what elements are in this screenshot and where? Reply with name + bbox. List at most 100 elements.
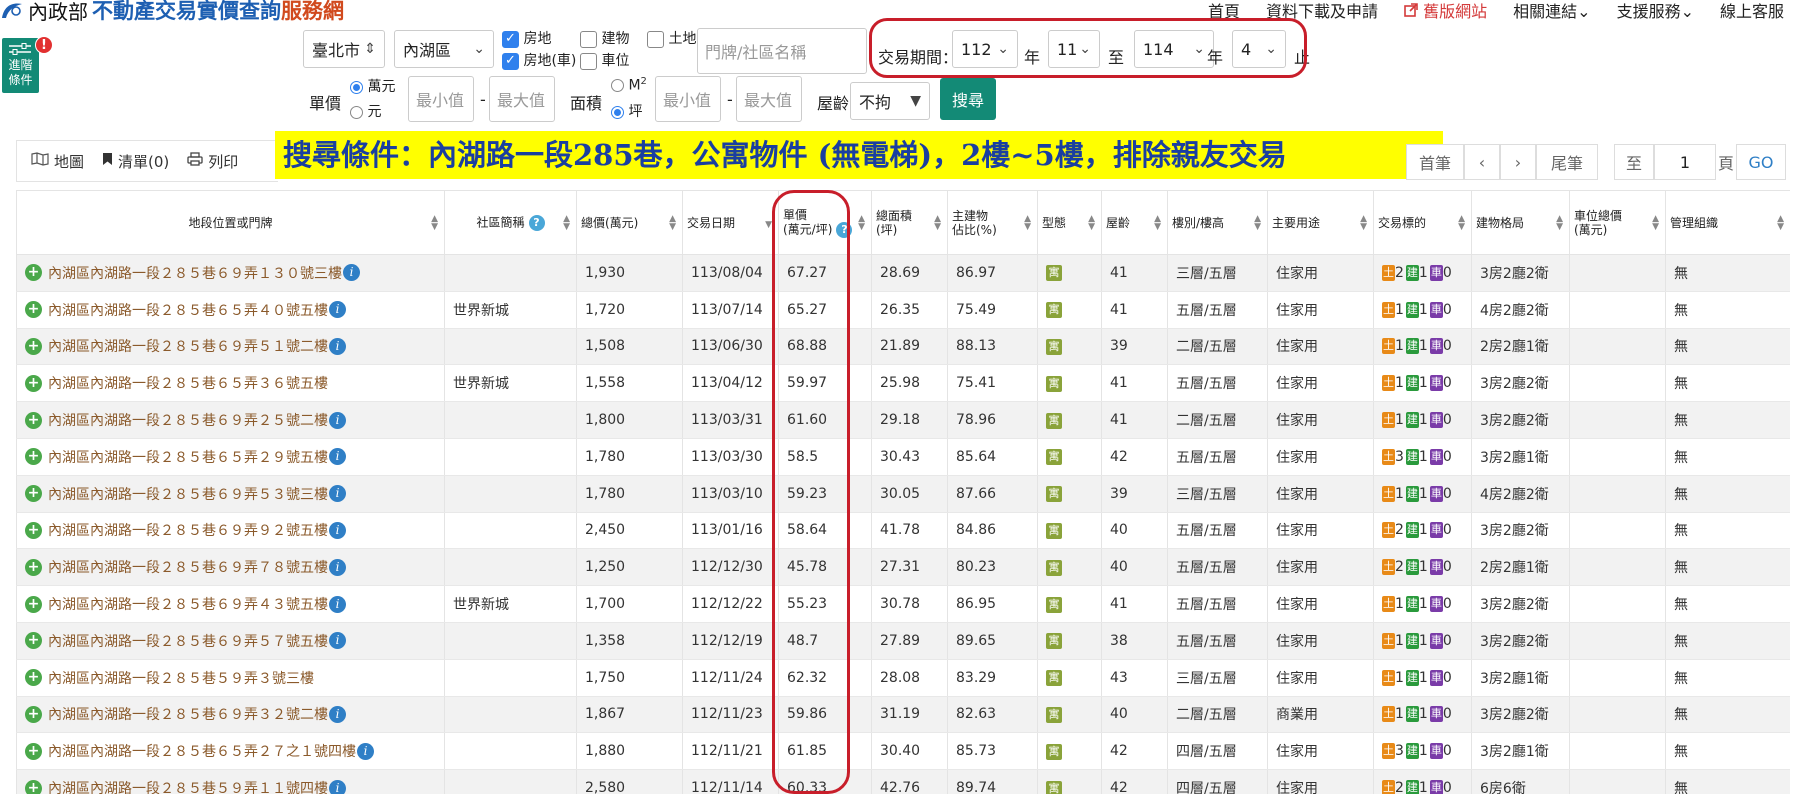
table-row[interactable]: + 內湖區內湖路一段２８５巷６９弄５７號五樓 i 1,358 112/12/19 48.7… bbox=[16, 622, 1790, 660]
col-header-property-type[interactable]: 型態 ▲ ▼ bbox=[1037, 190, 1102, 255]
nav-online-service[interactable]: 線上客服 bbox=[1720, 0, 1784, 22]
next-page-button[interactable]: › bbox=[1500, 144, 1536, 180]
sort-icon[interactable]: ▲ ▼ bbox=[431, 215, 438, 232]
info-icon[interactable]: i bbox=[357, 742, 374, 760]
expand-icon[interactable]: + bbox=[25, 448, 42, 466]
area-max-input[interactable]: 最大值 bbox=[736, 76, 802, 122]
address-link[interactable]: 內湖區內湖路一段２８５巷６５弄４０號五樓 bbox=[48, 303, 328, 319]
info-icon[interactable]: i bbox=[329, 558, 346, 576]
address-link[interactable]: 內湖區內湖路一段２８５巷６５弄２７之１號四樓 bbox=[48, 744, 356, 760]
address-link[interactable]: 內湖區內湖路一段２８５巷６９弄５１號二樓 bbox=[48, 339, 328, 355]
page-number-input[interactable]: 1 bbox=[1654, 144, 1716, 180]
info-icon[interactable]: i bbox=[329, 448, 346, 466]
info-icon[interactable]: i bbox=[329, 485, 346, 503]
address-link[interactable]: 內湖區內湖路一段２８５巷５９弄１１號四樓 bbox=[48, 781, 328, 794]
address-input[interactable]: 門牌/社區名稱 bbox=[697, 28, 867, 74]
unit-price-radio-wan[interactable]: 萬元 bbox=[350, 76, 395, 96]
unit-price-max-input[interactable]: 最大值 bbox=[489, 76, 555, 122]
table-row[interactable]: + 內湖區內湖路一段２８５巷６９弄４３號五樓 i 世界新城 1,700 112/12/22… bbox=[16, 585, 1790, 623]
col-header-parking-total-price[interactable]: 車位總價 (萬元) ▲ ▼ bbox=[1569, 190, 1666, 255]
info-icon[interactable]: i bbox=[329, 521, 346, 539]
site-logo[interactable]: 內政部 不動產交易實價查詢 服務網 bbox=[0, 0, 344, 24]
expand-icon[interactable]: + bbox=[25, 337, 42, 355]
sort-icon[interactable]: ▲ ▼ bbox=[934, 215, 941, 232]
expand-icon[interactable]: + bbox=[25, 742, 42, 760]
col-header-total-area[interactable]: 總面積 (坪) ▲ ▼ bbox=[871, 190, 948, 255]
address-link[interactable]: 內湖區內湖路一段２８５巷６９弄１３０號三樓 bbox=[48, 266, 342, 282]
expand-icon[interactable]: + bbox=[25, 632, 42, 650]
age-select[interactable]: 不拘 ▼ bbox=[850, 82, 930, 120]
sort-icon[interactable]: ▲ ▼ bbox=[1088, 215, 1095, 232]
print-button[interactable]: 列印 bbox=[187, 151, 238, 172]
unit-price-radio-yuan[interactable]: 元 bbox=[350, 101, 381, 121]
type-checkbox-house-land-parking[interactable]: 房地(車) bbox=[502, 50, 576, 70]
advanced-filter-button[interactable]: 進階 條件 bbox=[2, 38, 39, 93]
table-row[interactable]: + 內湖區內湖路一段２８５巷６５弄３６號五樓 世界新城 1,558 113/04/12 5… bbox=[16, 364, 1790, 403]
info-icon[interactable]: i bbox=[329, 337, 346, 355]
city-select[interactable]: 臺北市 ⇕ bbox=[303, 30, 385, 68]
search-button[interactable]: 搜尋 bbox=[940, 78, 996, 120]
info-icon[interactable]: i bbox=[329, 705, 346, 723]
sort-icon[interactable]: ▲ ▼ bbox=[1254, 215, 1261, 232]
sort-icon[interactable]: ▲ ▼ bbox=[1458, 215, 1465, 232]
col-header-total-price[interactable]: 總價(萬元) ▲ ▼ bbox=[576, 190, 683, 255]
expand-icon[interactable]: + bbox=[25, 374, 42, 392]
area-radio-ping[interactable]: 坪 bbox=[611, 101, 642, 121]
table-row[interactable]: + 內湖區內湖路一段２８５巷６９弄９２號五樓 i 2,450 113/01/16 58.6… bbox=[16, 512, 1790, 550]
expand-icon[interactable]: + bbox=[25, 521, 42, 539]
sort-icon[interactable]: ▲ ▼ bbox=[1360, 215, 1367, 232]
info-icon[interactable]: i bbox=[329, 301, 346, 319]
address-link[interactable]: 內湖區內湖路一段２８５巷６９弄９２號五樓 bbox=[48, 523, 328, 539]
type-checkbox-building[interactable]: 建物 bbox=[580, 28, 629, 48]
col-header-main-building-ratio[interactable]: 主建物 佔比(%) ▲ ▼ bbox=[947, 190, 1038, 255]
address-link[interactable]: 內湖區內湖路一段２８５巷６５弄３６號五樓 bbox=[48, 376, 328, 392]
map-view-button[interactable]: 地圖 bbox=[31, 151, 84, 172]
sort-icon[interactable]: ▼ bbox=[765, 221, 772, 230]
area-radio-m2[interactable]: M2 bbox=[611, 76, 647, 94]
sort-icon[interactable]: ▲ ▼ bbox=[858, 215, 865, 232]
address-link[interactable]: 內湖區內湖路一段２８５巷６９弄５７號五樓 bbox=[48, 634, 328, 650]
info-icon[interactable]: i bbox=[329, 411, 346, 429]
table-row[interactable]: + 內湖區內湖路一段２８５巷６９弄７８號五樓 i 1,250 112/12/30 45.7… bbox=[16, 548, 1790, 587]
sort-icon[interactable]: ▲ ▼ bbox=[1024, 215, 1031, 232]
sort-icon[interactable]: ▲ ▼ bbox=[563, 215, 570, 232]
col-header-community[interactable]: 社區簡稱? ▲ ▼ bbox=[444, 190, 577, 255]
info-icon[interactable]: i bbox=[329, 779, 346, 794]
nav-old-site[interactable]: 舊版網站 bbox=[1404, 0, 1487, 22]
expand-icon[interactable]: + bbox=[25, 705, 42, 723]
col-header-main-use[interactable]: 主要用途 ▲ ▼ bbox=[1267, 190, 1374, 255]
table-row[interactable]: + 內湖區內湖路一段２８５巷６９弄５１號二樓 i 1,508 113/06/30 68.8… bbox=[16, 328, 1790, 366]
expand-icon[interactable]: + bbox=[25, 301, 42, 319]
expand-icon[interactable]: + bbox=[25, 485, 42, 503]
col-header-management[interactable]: 管理組織 ▲ ▼ bbox=[1665, 190, 1790, 255]
expand-icon[interactable]: + bbox=[25, 595, 42, 613]
prev-page-button[interactable]: ‹ bbox=[1464, 144, 1500, 180]
table-row[interactable]: + 內湖區內湖路一段２８５巷６９弄２５號二樓 i 1,800 113/03/31 61.6… bbox=[16, 401, 1790, 439]
table-row[interactable]: + 內湖區內湖路一段２８５巷６９弄３２號二樓 i 1,867 112/11/23 59.8… bbox=[16, 696, 1790, 734]
type-checkbox-parking[interactable]: 車位 bbox=[580, 50, 629, 70]
sort-icon[interactable]: ▲ ▼ bbox=[1154, 215, 1161, 232]
address-link[interactable]: 內湖區內湖路一段２８５巷６９弄３２號二樓 bbox=[48, 707, 328, 723]
expand-icon[interactable]: + bbox=[25, 264, 42, 282]
info-icon[interactable]: i bbox=[329, 595, 346, 613]
address-link[interactable]: 內湖區內湖路一段２８５巷６９弄５３號三樓 bbox=[48, 487, 328, 503]
expand-icon[interactable]: + bbox=[25, 779, 42, 794]
sort-icon[interactable]: ▲ ▼ bbox=[1652, 215, 1659, 232]
expand-icon[interactable]: + bbox=[25, 411, 42, 429]
col-header-building-age[interactable]: 屋齡 ▲ ▼ bbox=[1101, 190, 1168, 255]
type-checkbox-house-land[interactable]: 房地 bbox=[502, 28, 551, 48]
go-button[interactable]: GO bbox=[1736, 144, 1786, 180]
table-row[interactable]: + 內湖區內湖路一段２８５巷６９弄５３號三樓 i 1,780 113/03/10 59.2… bbox=[16, 475, 1790, 513]
sort-icon[interactable]: ▲ ▼ bbox=[1556, 215, 1563, 232]
col-header-location[interactable]: 地段位置或門牌 ▲ ▼ bbox=[16, 190, 445, 255]
help-icon[interactable]: ? bbox=[528, 214, 545, 231]
list-view-button[interactable]: 清單(0) bbox=[102, 151, 169, 172]
unit-price-min-input[interactable]: 最小值 bbox=[408, 76, 474, 122]
area-min-input[interactable]: 最小值 bbox=[655, 76, 721, 122]
expand-icon[interactable]: + bbox=[25, 558, 42, 576]
info-icon[interactable]: i bbox=[329, 632, 346, 650]
address-link[interactable]: 內湖區內湖路一段２８５巷６９弄７８號五樓 bbox=[48, 560, 328, 576]
last-page-button[interactable]: 尾筆 bbox=[1536, 144, 1598, 180]
sort-icon[interactable]: ▲ ▼ bbox=[1777, 215, 1784, 232]
nav-links[interactable]: 相關連結⌄ bbox=[1513, 0, 1590, 22]
